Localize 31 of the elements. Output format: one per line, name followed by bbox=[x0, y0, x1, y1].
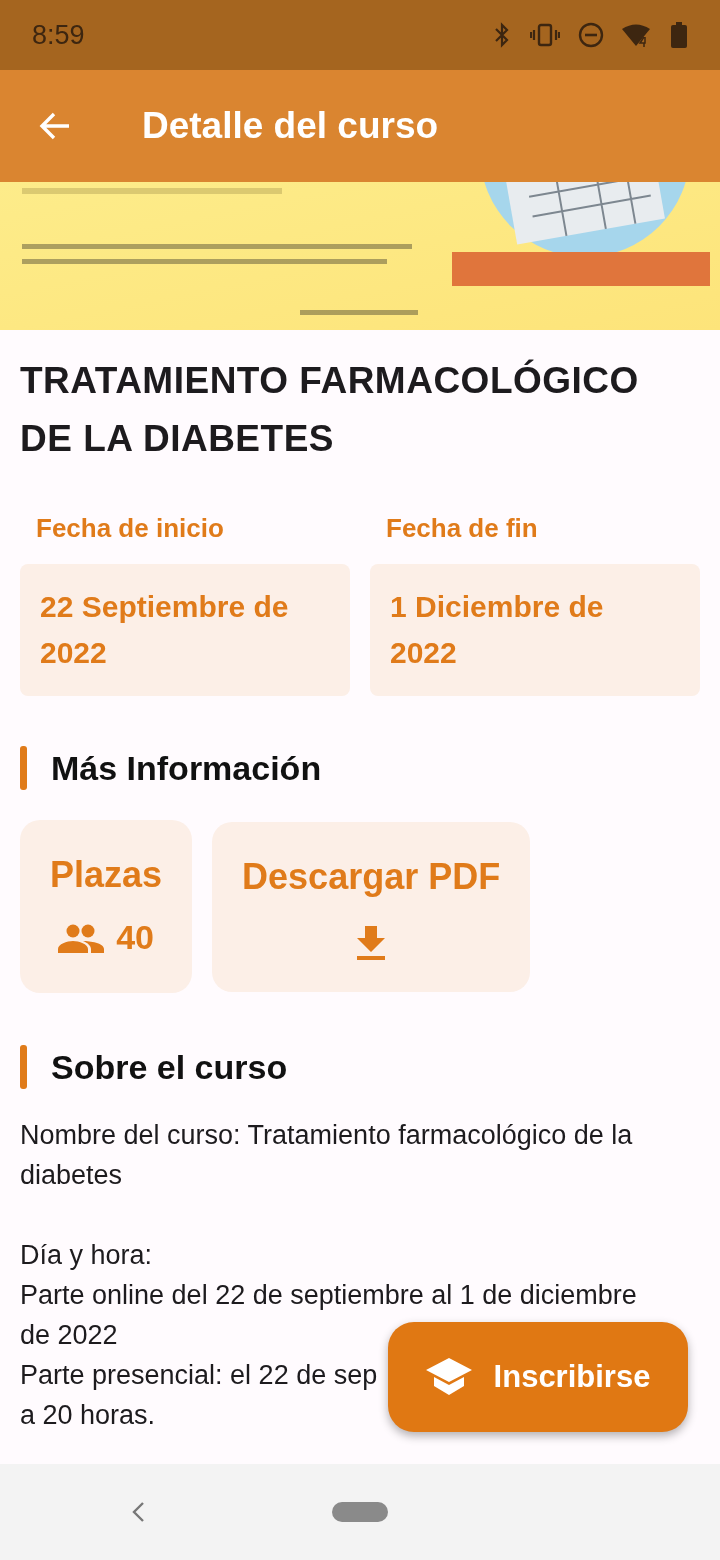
do-not-disturb-icon bbox=[578, 22, 604, 48]
date-value: 1 Diciembre de 2022 bbox=[370, 564, 700, 696]
description-text: Día y hora: bbox=[20, 1239, 153, 1272]
description-text: a 20 horas. bbox=[20, 1399, 156, 1432]
description-text: Parte presencial: el 22 de sep bbox=[20, 1359, 378, 1392]
date-label: Fecha de fin bbox=[386, 512, 539, 545]
section-marker bbox=[20, 1045, 27, 1089]
vibrate-icon bbox=[530, 23, 560, 47]
seats-count: 40 bbox=[116, 918, 154, 957]
status-time: 8:59 bbox=[32, 19, 85, 51]
screen-title: Detalle del curso bbox=[142, 105, 439, 147]
description-text: Parte online del 22 de septiembre al 1 de diciembre bbox=[20, 1279, 637, 1312]
signal-icon bbox=[622, 22, 652, 48]
section-heading: Sobre el curso bbox=[51, 1047, 288, 1087]
description-text: de 2022 bbox=[20, 1319, 118, 1352]
date-label: Fecha de inicio bbox=[36, 512, 225, 545]
battery-icon bbox=[670, 22, 688, 48]
back-icon[interactable] bbox=[131, 1501, 145, 1523]
card-title: Plazas bbox=[50, 854, 163, 896]
download-icon bbox=[356, 925, 387, 960]
graduation-cap-icon bbox=[425, 1358, 472, 1396]
people-icon bbox=[58, 922, 105, 953]
home-handle[interactable] bbox=[332, 1502, 388, 1522]
description-text: Nombre del curso: Tratamiento farmacológico de la bbox=[20, 1119, 633, 1152]
date-value: 22 Septiembre de 2022 bbox=[20, 564, 350, 696]
course-title: TRATAMIENTO FARMACOLÓGICO DE LA DIABETES bbox=[20, 358, 640, 461]
description-text: diabetes bbox=[20, 1159, 123, 1192]
section-marker bbox=[20, 746, 27, 790]
download-pdf-button[interactable]: Descargar PDF bbox=[212, 821, 531, 992]
section-heading: Más Información bbox=[51, 748, 322, 788]
enroll-button[interactable]: Inscribirse bbox=[388, 1322, 688, 1432]
